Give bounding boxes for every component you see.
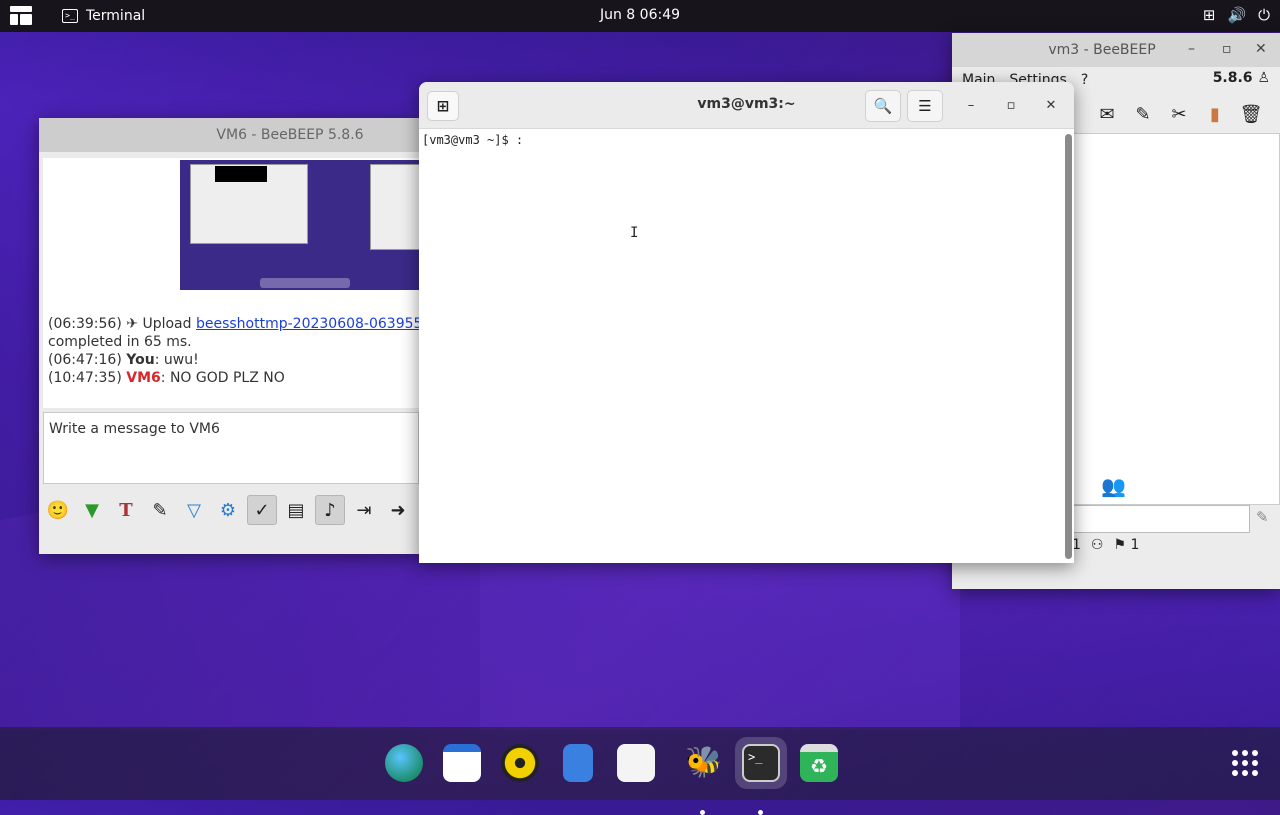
software-icon[interactable]	[617, 744, 655, 782]
top-bar: >_ Terminal Jun 8 06:49 ⊞ 🔊 ⏻	[0, 0, 1280, 32]
emoticon-icon[interactable]: 🙂	[43, 495, 73, 525]
wallpaper-shape	[480, 560, 960, 730]
message-you: (06:47:16) You: uwu!	[48, 352, 199, 368]
dock: 🐝 >_ ♻	[0, 727, 1280, 815]
beebeep-icon[interactable]: 🐝	[685, 744, 723, 782]
book-icon[interactable]: ▮	[1200, 99, 1230, 129]
running-indicator	[758, 810, 763, 815]
dictionary-icon[interactable]: ▤	[281, 495, 311, 525]
send-file-icon[interactable]: ⇥	[349, 495, 379, 525]
message-vm6: (10:47:35) VM6: NO GOD PLZ NO	[48, 370, 285, 386]
clock[interactable]: Jun 8 06:49	[0, 7, 1280, 23]
browser-icon[interactable]	[385, 744, 423, 782]
network-icon: ⊞	[1202, 6, 1216, 24]
vm3-window-title: vm3 - BeeBEEP	[1048, 42, 1156, 58]
close-button[interactable]: ✕	[1040, 94, 1062, 116]
groups-icon[interactable]: ⚇	[1091, 537, 1104, 553]
message-input[interactable]: Write a message to VM6	[43, 412, 419, 484]
minimize-icon: –	[967, 97, 975, 113]
user-search-input[interactable]	[1072, 505, 1250, 533]
close-icon[interactable]: ✕	[1255, 41, 1267, 57]
status-bar: 1 ⚇ ⚑ 1	[1072, 537, 1139, 553]
hamburger-icon: ☰	[918, 97, 932, 115]
color-icon[interactable]: ✎	[145, 495, 175, 525]
maximize-icon: ▫	[1006, 97, 1016, 113]
edit-icon[interactable]: ✎	[1128, 99, 1158, 129]
spellcheck-icon[interactable]: ✓	[247, 495, 277, 525]
message-upload-cont: completed in 65 ms.	[48, 334, 192, 350]
trash-recycle-icon[interactable]: ♻	[800, 744, 838, 782]
maximize-button[interactable]: ▫	[1000, 94, 1022, 116]
settings-icon[interactable]: ⚙	[213, 495, 243, 525]
screenshot-thumbnail[interactable]	[180, 160, 419, 290]
running-indicator	[700, 810, 705, 815]
filter-icon[interactable]: ▽	[179, 495, 209, 525]
files-icon[interactable]	[563, 744, 593, 782]
font-icon[interactable]: T	[111, 495, 141, 525]
system-tray[interactable]: ⊞ 🔊 ⏻	[1203, 6, 1270, 24]
vm3-titlebar[interactable]: vm3 - BeeBEEP – ▫ ✕	[952, 33, 1280, 67]
version-label: 5.8.6 ♙	[1212, 70, 1270, 86]
trash-icon[interactable]: 🗑	[1236, 99, 1266, 129]
search-icon: 🔍	[873, 97, 893, 115]
bee-icon: ♙	[1257, 70, 1270, 86]
vm3-toolbar: ✉ ✎ ✂ ▮ 🗑	[1092, 99, 1266, 129]
search-button[interactable]: 🔍	[865, 90, 901, 122]
vm6-window-title: VM6 - BeeBEEP 5.8.6	[216, 127, 364, 143]
tools-icon[interactable]: ✂	[1164, 99, 1194, 129]
terminal-scrollbar[interactable]	[1065, 134, 1072, 559]
power-icon: ⏻	[1258, 6, 1270, 24]
terminal-window: ⊞ vm3@vm3:~ 🔍 ☰ – ▫ ✕ [vm3@vm3 ~]$ : I	[419, 82, 1074, 563]
clear-icon[interactable]: ✎	[1256, 508, 1269, 526]
status-count-2[interactable]: ⚑ 1	[1113, 537, 1139, 553]
minimize-icon[interactable]: –	[1188, 41, 1195, 57]
vm6-chat-window: VM6 - BeeBEEP 5.8.6 (06:39:56) ✈ Upload …	[39, 118, 421, 554]
message-upload: (06:39:56) ✈ Upload beesshottmp-20230608…	[48, 315, 419, 333]
collapse-icon[interactable]: ▼	[77, 495, 107, 525]
shell-prompt: [vm3@vm3 ~]$ :	[422, 133, 524, 147]
upload-icon: ✈	[121, 316, 138, 332]
minimize-button[interactable]: –	[960, 94, 982, 116]
file-link[interactable]: beesshottmp-20230608-063955.	[196, 316, 419, 332]
chat-history[interactable]: (06:39:56) ✈ Upload beesshottmp-20230608…	[43, 158, 419, 408]
maximize-icon[interactable]: ▫	[1222, 41, 1232, 57]
send-folder-icon[interactable]: ➜	[383, 495, 413, 525]
message-list: (06:39:56) ✈ Upload beesshottmp-20230608…	[48, 315, 419, 387]
close-icon: ✕	[1045, 97, 1057, 113]
menu-button[interactable]: ☰	[907, 90, 943, 122]
vm6-titlebar[interactable]: VM6 - BeeBEEP 5.8.6	[39, 118, 421, 152]
app-grid-icon[interactable]	[1232, 750, 1258, 776]
menu-help[interactable]: ?	[1081, 72, 1088, 88]
message-icon[interactable]: ✉	[1092, 99, 1122, 129]
text-cursor-icon: I	[630, 225, 639, 241]
user-list[interactable]: 👥	[1072, 133, 1280, 505]
terminal-dock-icon[interactable]: >_	[742, 744, 780, 782]
calendar-icon[interactable]	[443, 744, 481, 782]
message-input-placeholder: Write a message to VM6	[49, 421, 220, 437]
music-icon[interactable]	[501, 744, 539, 782]
terminal-headerbar[interactable]: ⊞ vm3@vm3:~ 🔍 ☰ – ▫ ✕	[419, 82, 1074, 129]
sound-icon[interactable]: ♪	[315, 495, 345, 525]
terminal-output[interactable]: [vm3@vm3 ~]$ : I	[419, 129, 1059, 563]
users-icon: 👥	[1101, 474, 1126, 498]
volume-icon: 🔊	[1227, 6, 1247, 24]
chat-toolbar: 🙂 ▼ T ✎ ▽ ⚙ ✓ ▤ ♪ ⇥ ➜	[43, 492, 413, 528]
